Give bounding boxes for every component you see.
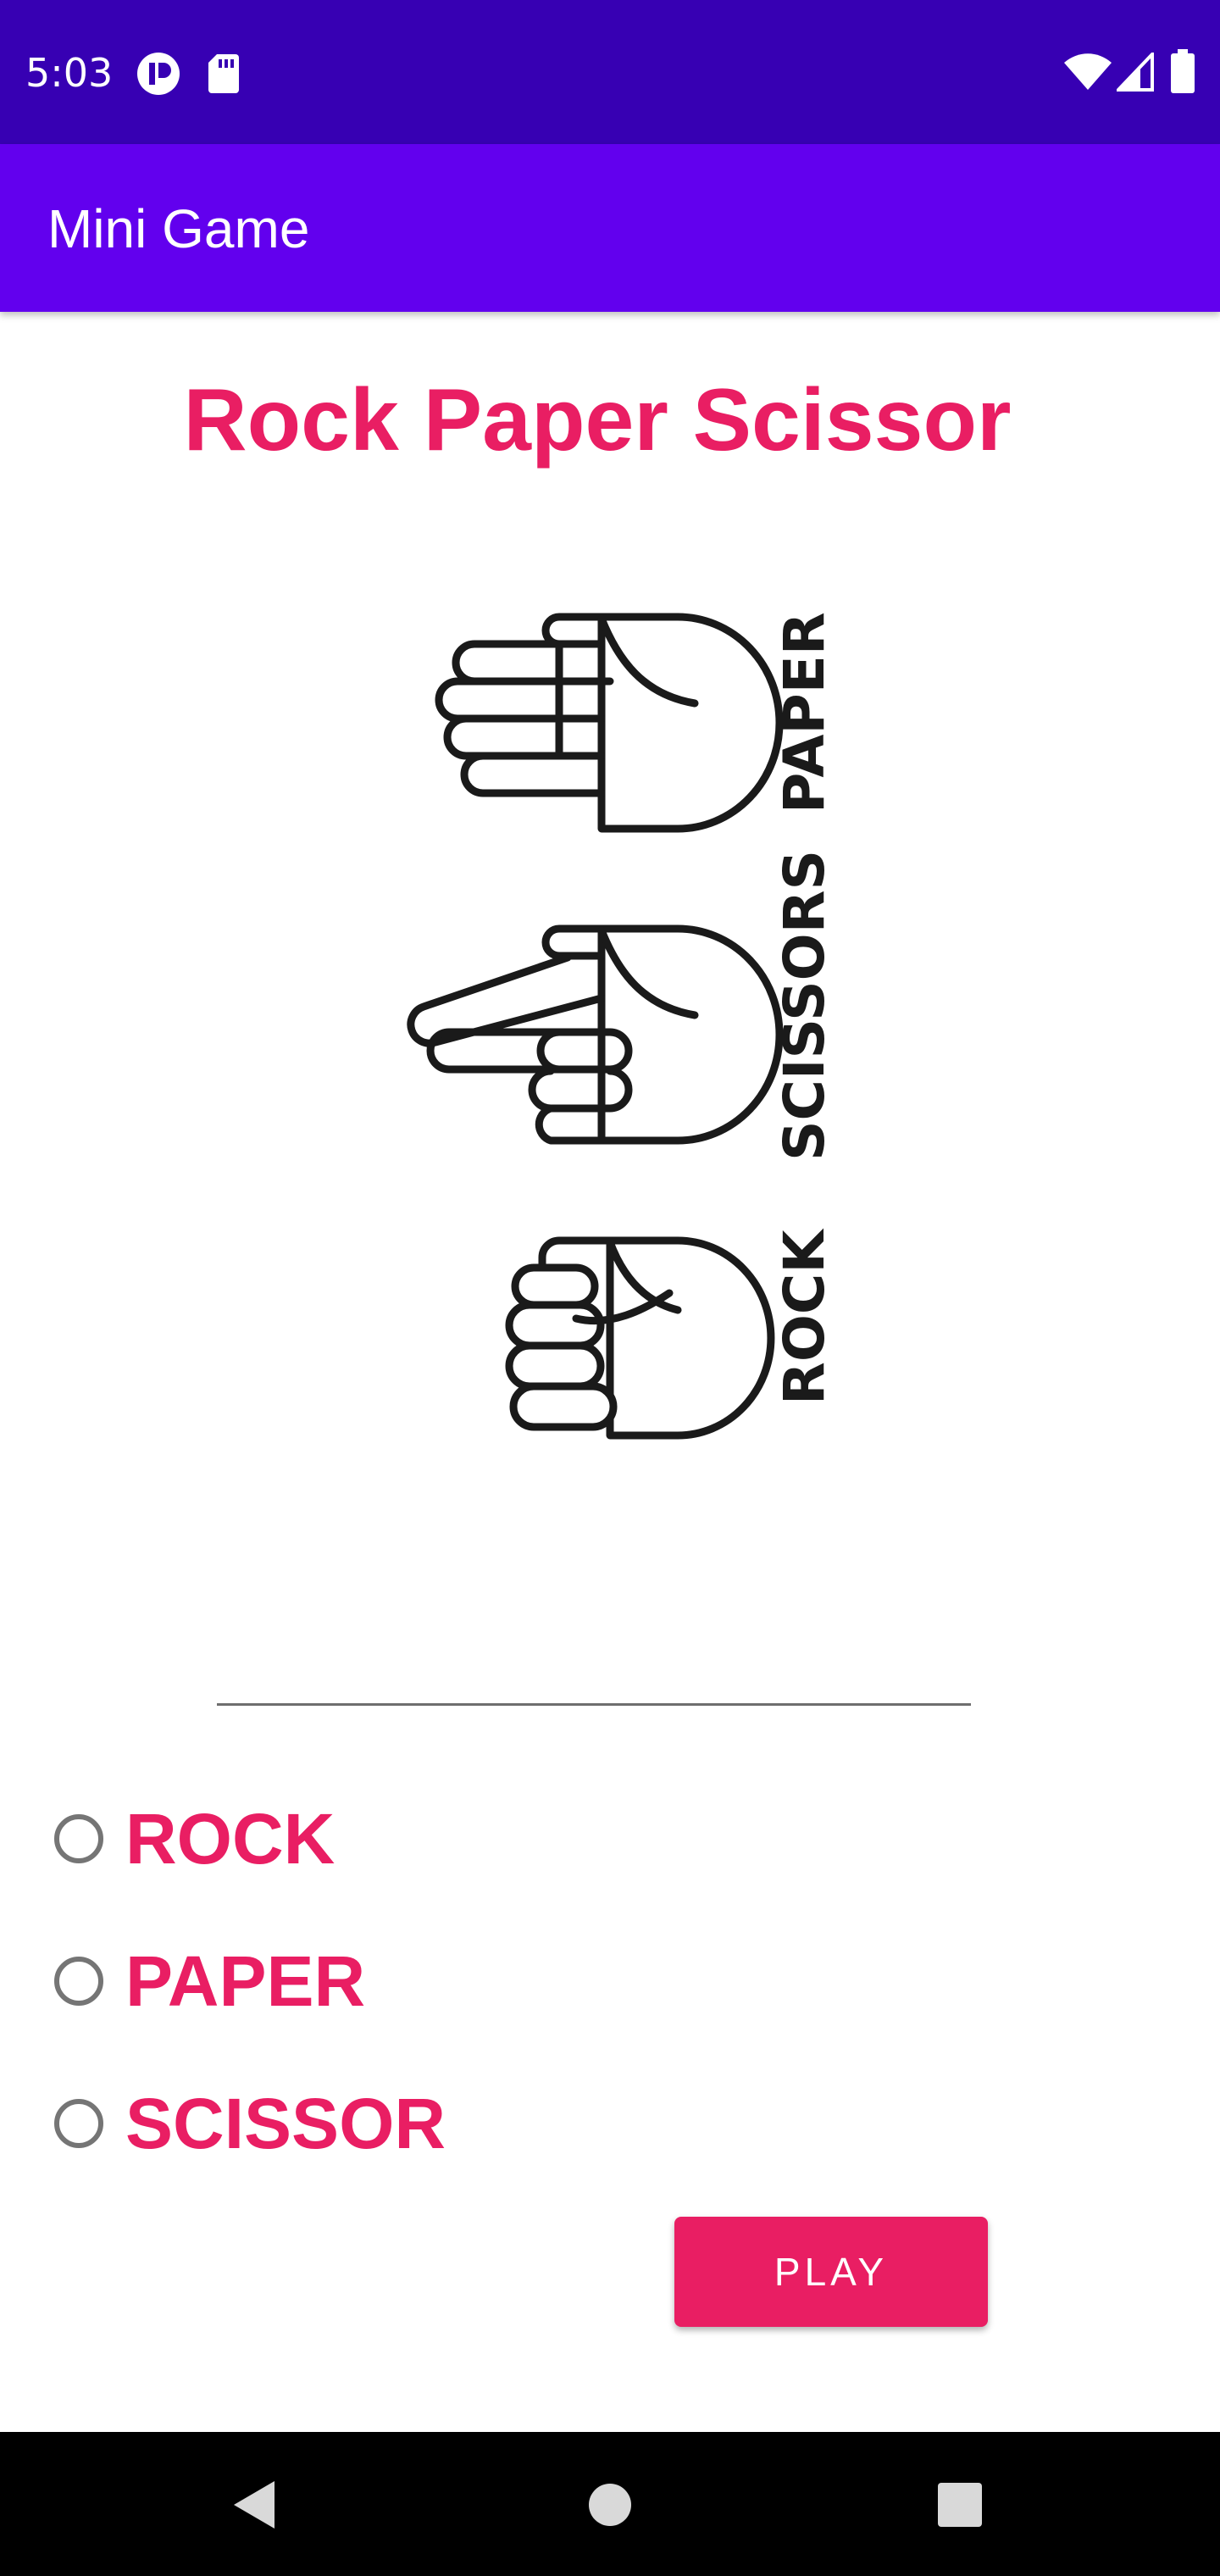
play-button[interactable]: PLAY [674, 2217, 988, 2327]
navigation-bar [0, 2432, 1220, 2576]
rock-hand-icon [505, 1236, 775, 1440]
radio-option-rock[interactable]: ROCK [51, 1779, 729, 1898]
radio-option-paper[interactable]: PAPER [51, 1922, 729, 2040]
status-bar: 5:03 [0, 0, 1220, 144]
paper-label: PAPER [772, 612, 837, 813]
rock-label: ROCK [772, 1228, 837, 1405]
radio-label-paper: PAPER [125, 1941, 366, 2021]
back-icon[interactable] [230, 2479, 278, 2534]
radio-button-icon[interactable] [54, 2099, 103, 2148]
rock-paper-scissors-illustration: PAPER SCISSORS ROCK [398, 593, 839, 1457]
notification-badge-icon [136, 51, 181, 101]
radio-option-scissor[interactable]: SCISSOR [51, 2064, 729, 2183]
app-bar: Mini Game [0, 144, 1220, 312]
divider [217, 1703, 971, 1706]
battery-icon [1171, 49, 1195, 97]
radio-button-icon[interactable] [54, 1814, 103, 1863]
sd-card-icon [207, 53, 241, 99]
status-time: 5:03 [25, 50, 114, 96]
radio-button-icon[interactable] [54, 1957, 103, 2006]
cell-signal-icon [1114, 50, 1154, 96]
recents-icon[interactable] [938, 2483, 982, 2531]
page-title: Rock Paper Scissor [183, 371, 1012, 469]
radio-label-scissor: SCISSOR [125, 2084, 446, 2163]
app-title: Mini Game [47, 198, 310, 259]
scissors-label: SCISSORS [772, 850, 837, 1161]
paper-hand-icon [435, 613, 784, 833]
scissors-hand-icon [407, 924, 784, 1145]
radio-label-rock: ROCK [125, 1799, 336, 1879]
wifi-icon [1062, 53, 1113, 96]
home-icon[interactable] [588, 2483, 632, 2531]
